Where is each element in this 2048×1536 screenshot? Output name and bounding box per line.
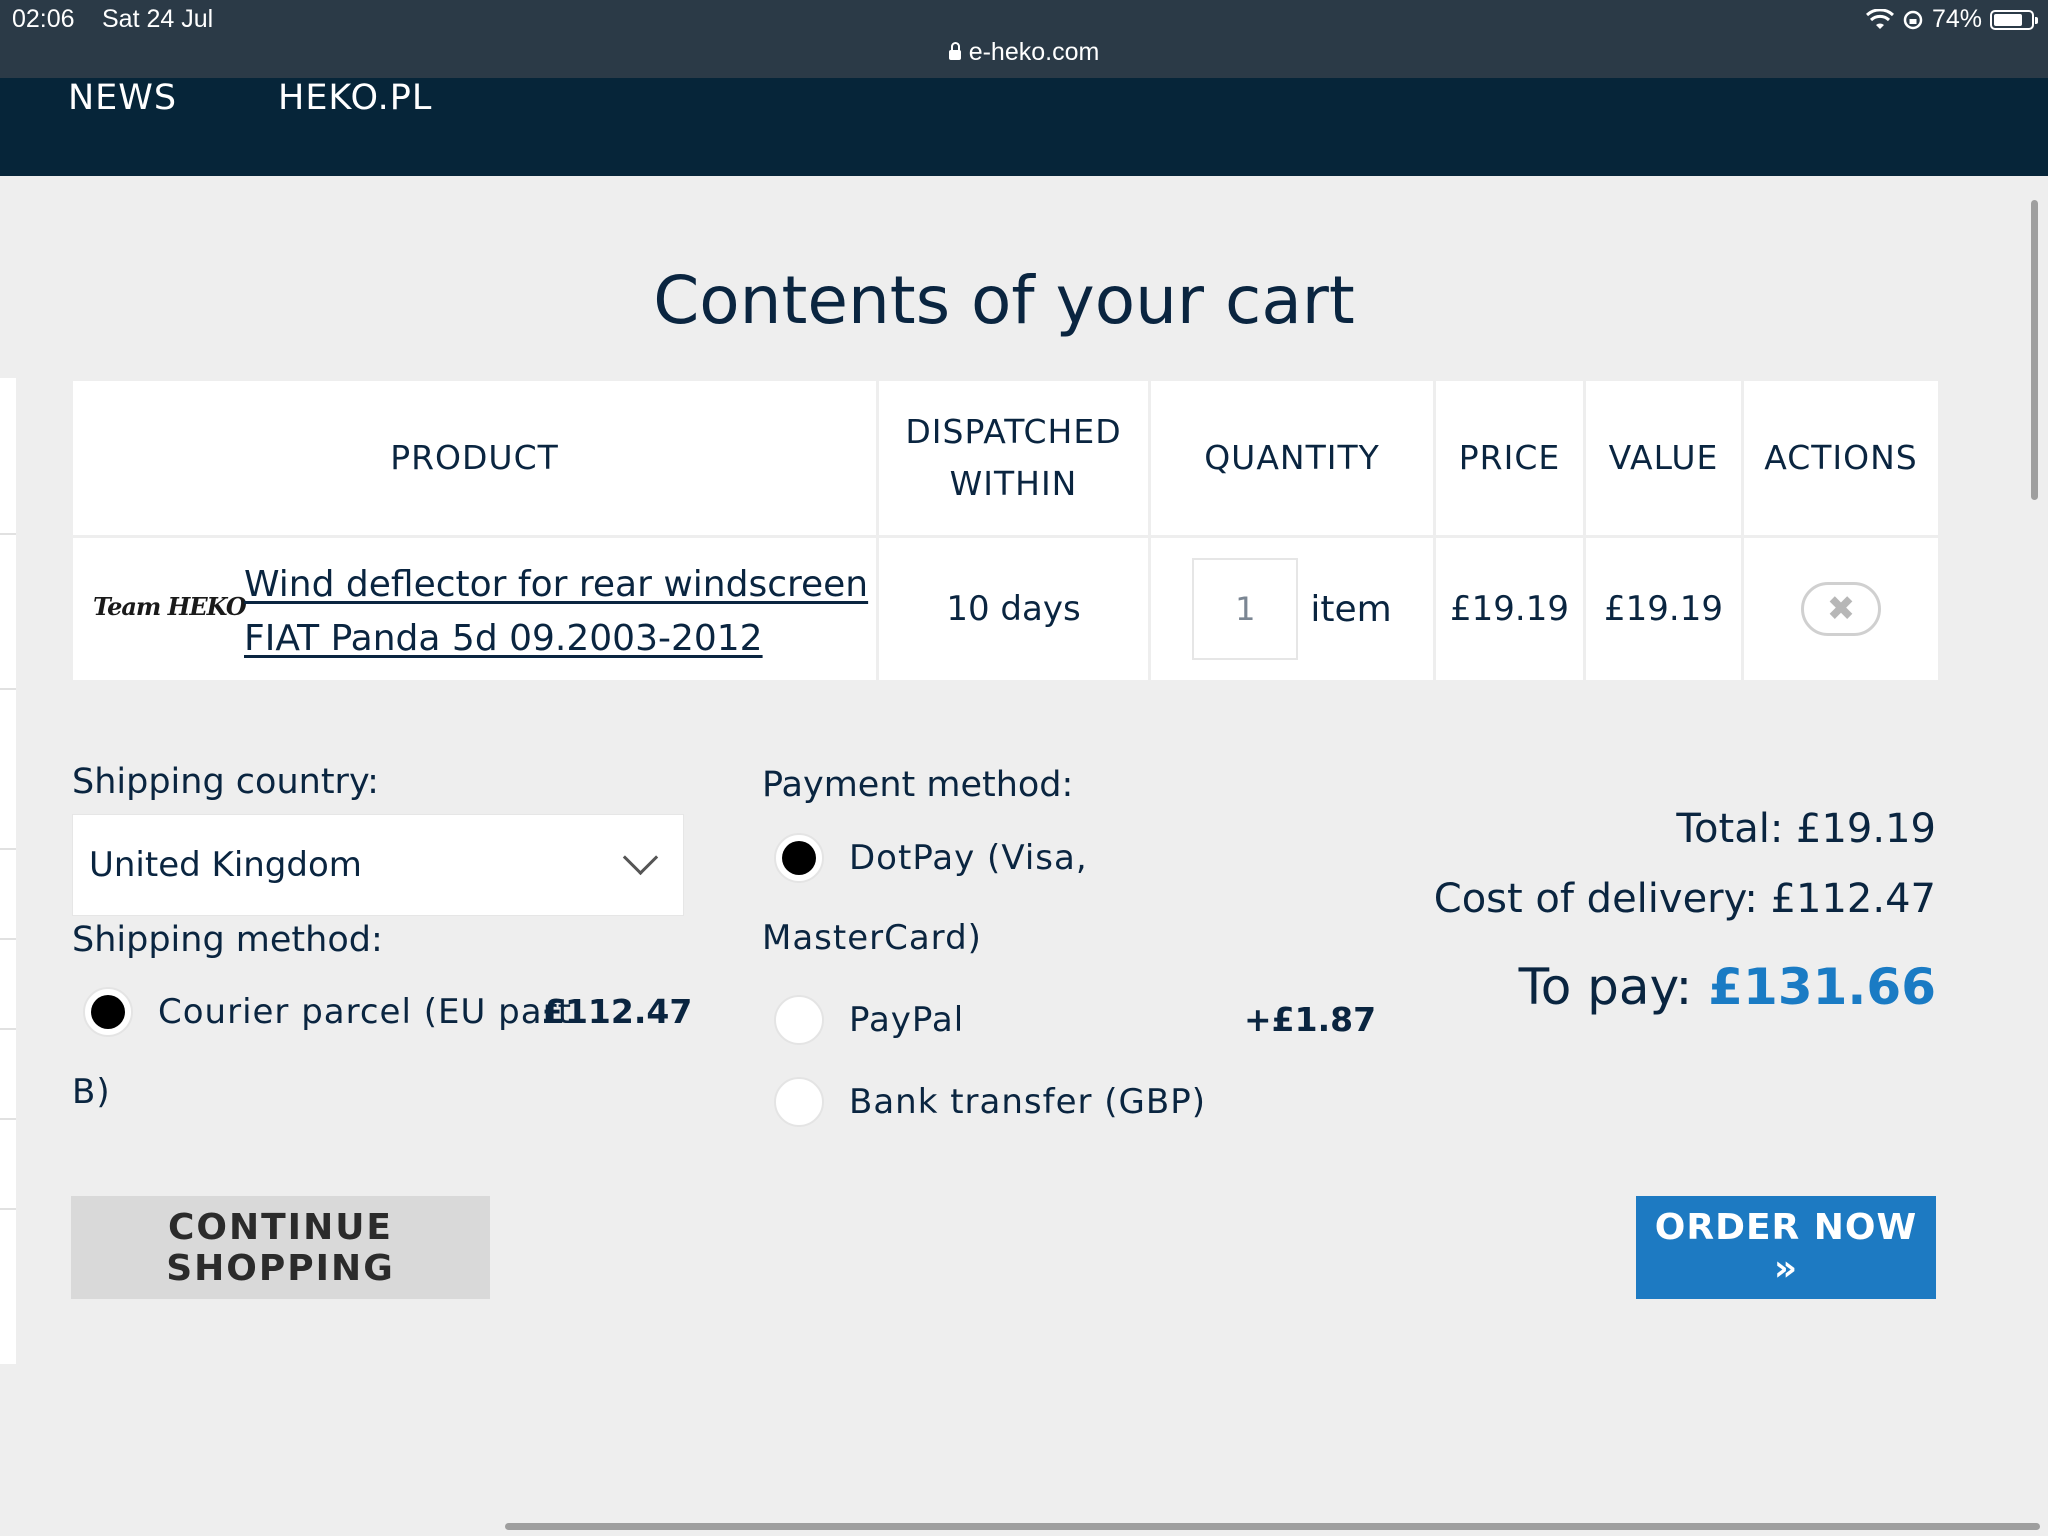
site-nav: NEWS HEKO.PL bbox=[0, 78, 2048, 176]
delivery-cost: Cost of delivery: £112.47 bbox=[1433, 876, 1936, 922]
quantity-cell: item bbox=[1148, 535, 1436, 683]
payment-option-paypal: PayPal bbox=[849, 1000, 965, 1040]
shipping-method-price: £112.47 bbox=[542, 992, 693, 1031]
status-time: 02:06 bbox=[12, 5, 75, 33]
dispatch-time: 10 days bbox=[876, 535, 1151, 683]
lock-icon bbox=[948, 42, 961, 60]
table-row: Team HEKO Wind deflector for rear windsc… bbox=[70, 535, 1941, 683]
page-title: Contents of your cart bbox=[653, 262, 1355, 339]
payment-radio-bank-transfer[interactable] bbox=[774, 1077, 824, 1127]
remove-item-button[interactable]: ✖ bbox=[1801, 582, 1881, 636]
paypal-fee: +£1.87 bbox=[1244, 1000, 1377, 1039]
payment-radio-dotpay[interactable] bbox=[774, 833, 824, 883]
address-bar[interactable]: e-heko.com bbox=[0, 38, 2048, 67]
close-x-icon: ✖ bbox=[1826, 589, 1856, 629]
payment-option-bank-transfer: Bank transfer (GBP) bbox=[849, 1082, 1206, 1122]
payment-method-label: Payment method: bbox=[762, 765, 1074, 805]
unit-price: £19.19 bbox=[1433, 535, 1586, 683]
product-cell: Team HEKO Wind deflector for rear windsc… bbox=[70, 535, 879, 683]
header-actions: ACTIONS bbox=[1741, 378, 1941, 538]
shipping-method-radio-courier[interactable] bbox=[83, 987, 133, 1037]
header-price: PRICE bbox=[1433, 378, 1586, 538]
nav-item-news[interactable]: NEWS bbox=[68, 78, 177, 118]
to-pay-amount: £131.66 bbox=[1708, 958, 1936, 1016]
to-pay: To pay: £131.66 bbox=[1519, 958, 1936, 1016]
product-name-line2: FIAT Panda 5d 09.2003-2012 bbox=[244, 618, 763, 659]
brand-logo: Team HEKO bbox=[93, 592, 247, 621]
battery-icon bbox=[1990, 9, 2038, 30]
battery-percent: 74% bbox=[1931, 5, 1982, 33]
wifi-icon bbox=[1865, 8, 1894, 29]
status-indicators: 74% bbox=[1865, 5, 2038, 34]
product-link[interactable]: Wind deflector for rear windscreen FIAT … bbox=[244, 558, 868, 666]
nav-item-heko-pl[interactable]: HEKO.PL bbox=[278, 78, 432, 118]
payment-radio-paypal[interactable] bbox=[774, 995, 824, 1045]
product-name-line1: Wind deflector for rear windscreen bbox=[244, 564, 869, 605]
quantity-input[interactable] bbox=[1192, 558, 1299, 660]
payment-option-dotpay-line1: DotPay (Visa, bbox=[849, 838, 1088, 878]
to-pay-label: To pay: bbox=[1518, 958, 1709, 1016]
header-dispatched-line2: WITHIN bbox=[949, 464, 1078, 503]
status-bar: 02:06 Sat 24 Jul 74% e-heko.com bbox=[0, 0, 2048, 78]
header-product: PRODUCT bbox=[70, 378, 879, 538]
shipping-country-label: Shipping country: bbox=[72, 762, 379, 802]
shipping-method-option-line2: B) bbox=[72, 1072, 111, 1112]
shipping-method-option-line1: Courier parcel (EU part bbox=[158, 992, 572, 1032]
continue-shopping-button[interactable]: CONTINUE SHOPPING bbox=[71, 1196, 490, 1299]
chevron-down-icon bbox=[622, 839, 659, 876]
order-now-button[interactable]: ORDER NOW » bbox=[1636, 1196, 1936, 1299]
header-dispatched: DISPATCHED WITHIN bbox=[876, 378, 1151, 538]
shipping-method-label: Shipping method: bbox=[72, 920, 383, 960]
cart-header-row: PRODUCT DISPATCHED WITHIN QUANTITY PRICE… bbox=[70, 378, 1941, 538]
shipping-country-value: United Kingdom bbox=[89, 845, 362, 885]
header-dispatched-line1: DISPATCHED bbox=[905, 412, 1122, 451]
total-value: Total: £19.19 bbox=[1676, 806, 1936, 852]
horizontal-scrollbar[interactable] bbox=[505, 1523, 2040, 1530]
left-edge-panel bbox=[0, 378, 16, 1364]
vertical-scrollbar[interactable] bbox=[2031, 200, 2038, 500]
payment-option-dotpay-line2: MasterCard) bbox=[762, 918, 982, 958]
line-value: £19.19 bbox=[1583, 535, 1744, 683]
quantity-unit: item bbox=[1310, 588, 1392, 630]
shipping-country-select[interactable]: United Kingdom bbox=[72, 814, 684, 916]
actions-cell: ✖ bbox=[1741, 535, 1941, 683]
status-date: Sat 24 Jul bbox=[102, 5, 214, 33]
cart-table: PRODUCT DISPATCHED WITHIN QUANTITY PRICE… bbox=[70, 378, 1941, 683]
url-text: e-heko.com bbox=[968, 38, 1100, 66]
header-value: VALUE bbox=[1583, 378, 1744, 538]
orientation-lock-icon bbox=[1903, 10, 1923, 29]
header-quantity: QUANTITY bbox=[1148, 378, 1436, 538]
